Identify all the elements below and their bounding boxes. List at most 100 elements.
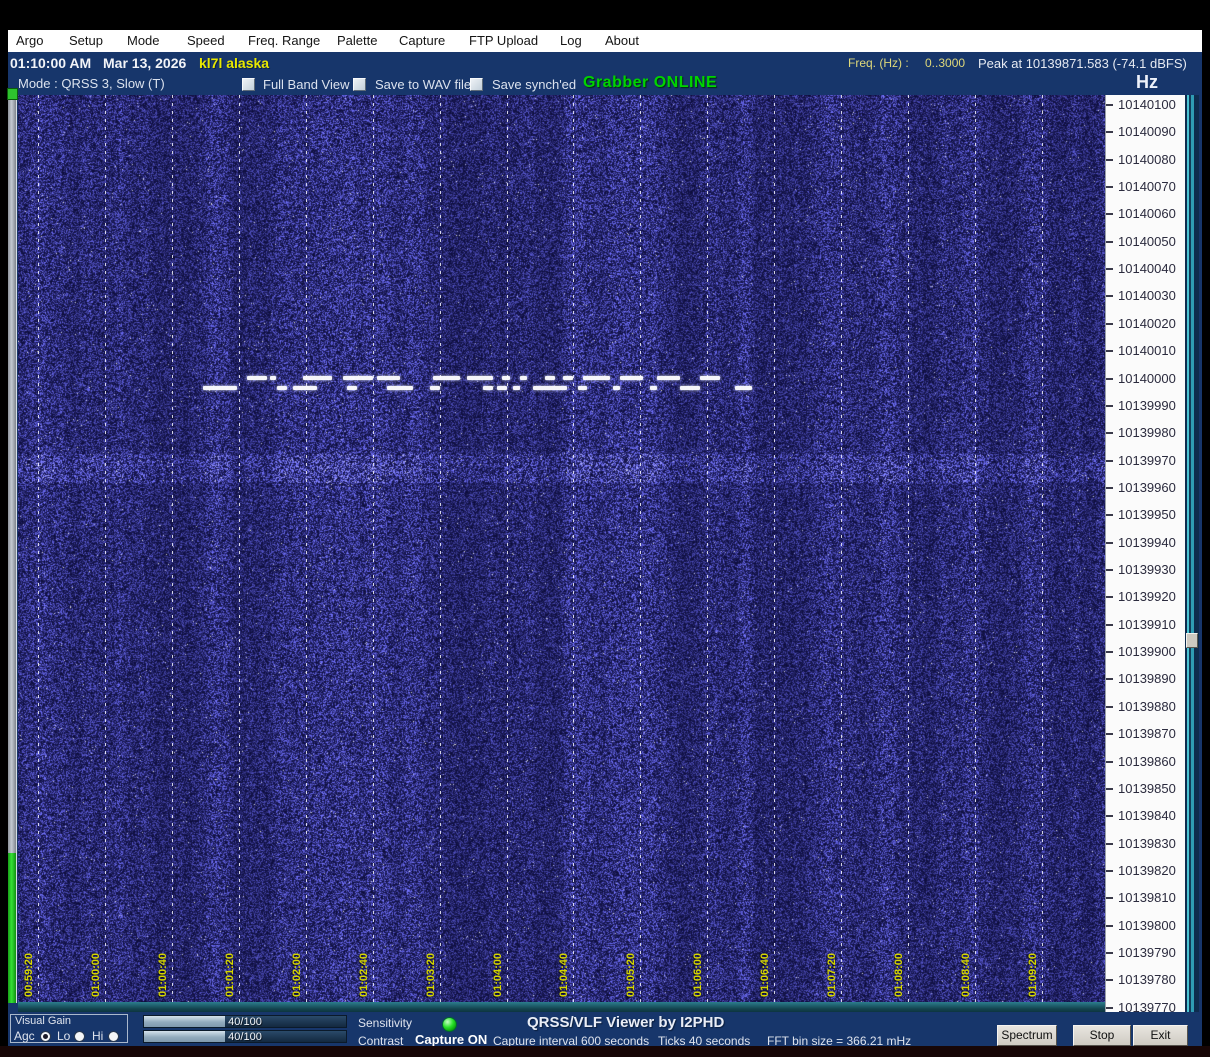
freq-tick xyxy=(1106,241,1113,243)
qrss-signal-dash xyxy=(620,376,643,380)
qrss-signal-dash xyxy=(270,376,276,380)
time-gridline xyxy=(573,95,574,1002)
freq-tick xyxy=(1106,569,1113,571)
menu-item-argo[interactable]: Argo xyxy=(16,30,43,52)
time-tick-label: 01:02:00 xyxy=(291,931,305,997)
freq-label: 10139920 xyxy=(1118,589,1176,604)
menu-item-log[interactable]: Log xyxy=(560,30,582,52)
time-gridline xyxy=(105,95,106,1002)
capture-progress-fill xyxy=(8,853,16,1003)
visual-gain-label-agc: Agc xyxy=(14,1029,35,1043)
checkbox-save-synch-ed[interactable] xyxy=(470,78,483,91)
freq-label: 10139940 xyxy=(1118,535,1176,550)
freq-tick xyxy=(1106,186,1113,188)
visual-gain-radio-hi[interactable] xyxy=(108,1031,119,1042)
time-gridline xyxy=(1042,95,1043,1002)
freq-label: 10139900 xyxy=(1118,644,1176,659)
time-gridline xyxy=(774,95,775,1002)
sensitivity-slider[interactable]: 40/100 xyxy=(143,1015,347,1028)
clock-time: 01:10:00 AM xyxy=(10,55,91,71)
freq-tick xyxy=(1106,514,1113,516)
qrss-signal-dash xyxy=(513,386,520,390)
time-tick-label: 00:59:20 xyxy=(23,931,37,997)
checkbox-save-to-wav-file[interactable] xyxy=(353,78,366,91)
qrss-signal-dash xyxy=(347,386,357,390)
frequency-scrollbar[interactable] xyxy=(1185,95,1199,1012)
freq-tick xyxy=(1106,815,1113,817)
time-tick-label: 01:04:40 xyxy=(558,931,572,997)
peak-readout: Peak at 10139871.583 (-74.1 dBFS) xyxy=(978,56,1187,71)
qrss-signal-dash xyxy=(502,376,510,380)
qrss-signal-dash xyxy=(387,386,413,390)
freq-label: 10139950 xyxy=(1118,507,1176,522)
waterfall-canvas[interactable] xyxy=(18,95,1105,1002)
qrss-signal-dash xyxy=(650,386,657,390)
qrss-signal-dash xyxy=(533,386,567,390)
capture-progress-bar xyxy=(8,100,17,1003)
freq-tick xyxy=(1106,596,1113,598)
freq-tick xyxy=(1106,268,1113,270)
window-bottom-edge xyxy=(0,1046,1210,1057)
visual-gain-label-hi: Hi xyxy=(92,1029,103,1043)
qrss-signal-dash xyxy=(613,386,620,390)
time-tick-label: 01:06:40 xyxy=(759,931,773,997)
menu-item-ftp-upload[interactable]: FTP Upload xyxy=(469,30,538,52)
qrss-signal-dash xyxy=(467,376,493,380)
freq-label: 10140060 xyxy=(1118,206,1176,221)
menu-item-about[interactable]: About xyxy=(605,30,639,52)
time-tick-label: 01:00:00 xyxy=(90,931,104,997)
freq-label: 10140020 xyxy=(1118,316,1176,331)
time-tick-label: 01:01:20 xyxy=(224,931,238,997)
time-gridline xyxy=(507,95,508,1002)
freq-tick xyxy=(1106,378,1113,380)
spectrum-button[interactable]: Spectrum xyxy=(997,1025,1057,1046)
freq-label: 10139990 xyxy=(1118,398,1176,413)
exit-button[interactable]: Exit xyxy=(1133,1025,1188,1046)
time-gridline xyxy=(707,95,708,1002)
qrss-signal-dash xyxy=(277,386,287,390)
visual-gain-radio-lo[interactable] xyxy=(74,1031,85,1042)
qrss-signal-dash xyxy=(343,376,373,380)
freq-tick xyxy=(1106,213,1113,215)
capture-led-icon xyxy=(442,1017,457,1032)
menu-item-speed[interactable]: Speed xyxy=(187,30,225,52)
freq-range-value: 0..3000 xyxy=(925,56,965,70)
freq-tick xyxy=(1106,843,1113,845)
visual-gain-radio-agc[interactable] xyxy=(40,1031,51,1042)
frequency-scale: 10140100 10140090 10140080 10140070 10140060… xyxy=(1105,95,1185,1012)
menu-item-freq-range[interactable]: Freq. Range xyxy=(248,30,320,52)
menu-item-setup[interactable]: Setup xyxy=(69,30,103,52)
freq-tick xyxy=(1106,405,1113,407)
checkbox-full-band-view[interactable] xyxy=(242,78,255,91)
freq-label: 10139880 xyxy=(1118,699,1176,714)
freq-tick xyxy=(1106,952,1113,954)
menu-item-capture[interactable]: Capture xyxy=(399,30,445,52)
time-tick-label: 01:08:40 xyxy=(960,931,974,997)
waterfall-display[interactable]: 00:59:20 01:00:00 01:00:40 01:01:20 01:02:00… xyxy=(18,95,1105,1002)
capture-status-label: Capture ON xyxy=(415,1032,487,1047)
freq-label: 10140000 xyxy=(1118,371,1176,386)
callsign-label: kl7l alaska xyxy=(199,55,269,71)
qrss-signal-dash xyxy=(433,376,460,380)
qrss-signal-dash xyxy=(657,376,680,380)
clock-date: Mar 13, 2026 xyxy=(103,55,186,71)
radio-selected-dot xyxy=(43,1034,48,1039)
menu-item-palette[interactable]: Palette xyxy=(337,30,377,52)
menu-item-mode[interactable]: Mode xyxy=(127,30,160,52)
freq-tick xyxy=(1106,1007,1113,1009)
freq-tick xyxy=(1106,761,1113,763)
qrss-signal-dash xyxy=(497,386,507,390)
freq-tick xyxy=(1106,159,1113,161)
qrss-signal-dash xyxy=(483,386,493,390)
qrss-signal-dash xyxy=(520,376,527,380)
stop-button[interactable]: Stop xyxy=(1073,1025,1131,1046)
freq-label: 10139910 xyxy=(1118,617,1176,632)
scrollbar-thumb[interactable] xyxy=(1186,633,1198,648)
qrss-signal-dash xyxy=(377,376,400,380)
time-tick-label: 01:09:20 xyxy=(1027,931,1041,997)
freq-tick xyxy=(1106,104,1113,106)
contrast-slider[interactable]: 40/100 xyxy=(143,1030,347,1043)
time-gridline xyxy=(640,95,641,1002)
visual-gain-label-lo: Lo xyxy=(57,1029,70,1043)
freq-tick xyxy=(1106,624,1113,626)
